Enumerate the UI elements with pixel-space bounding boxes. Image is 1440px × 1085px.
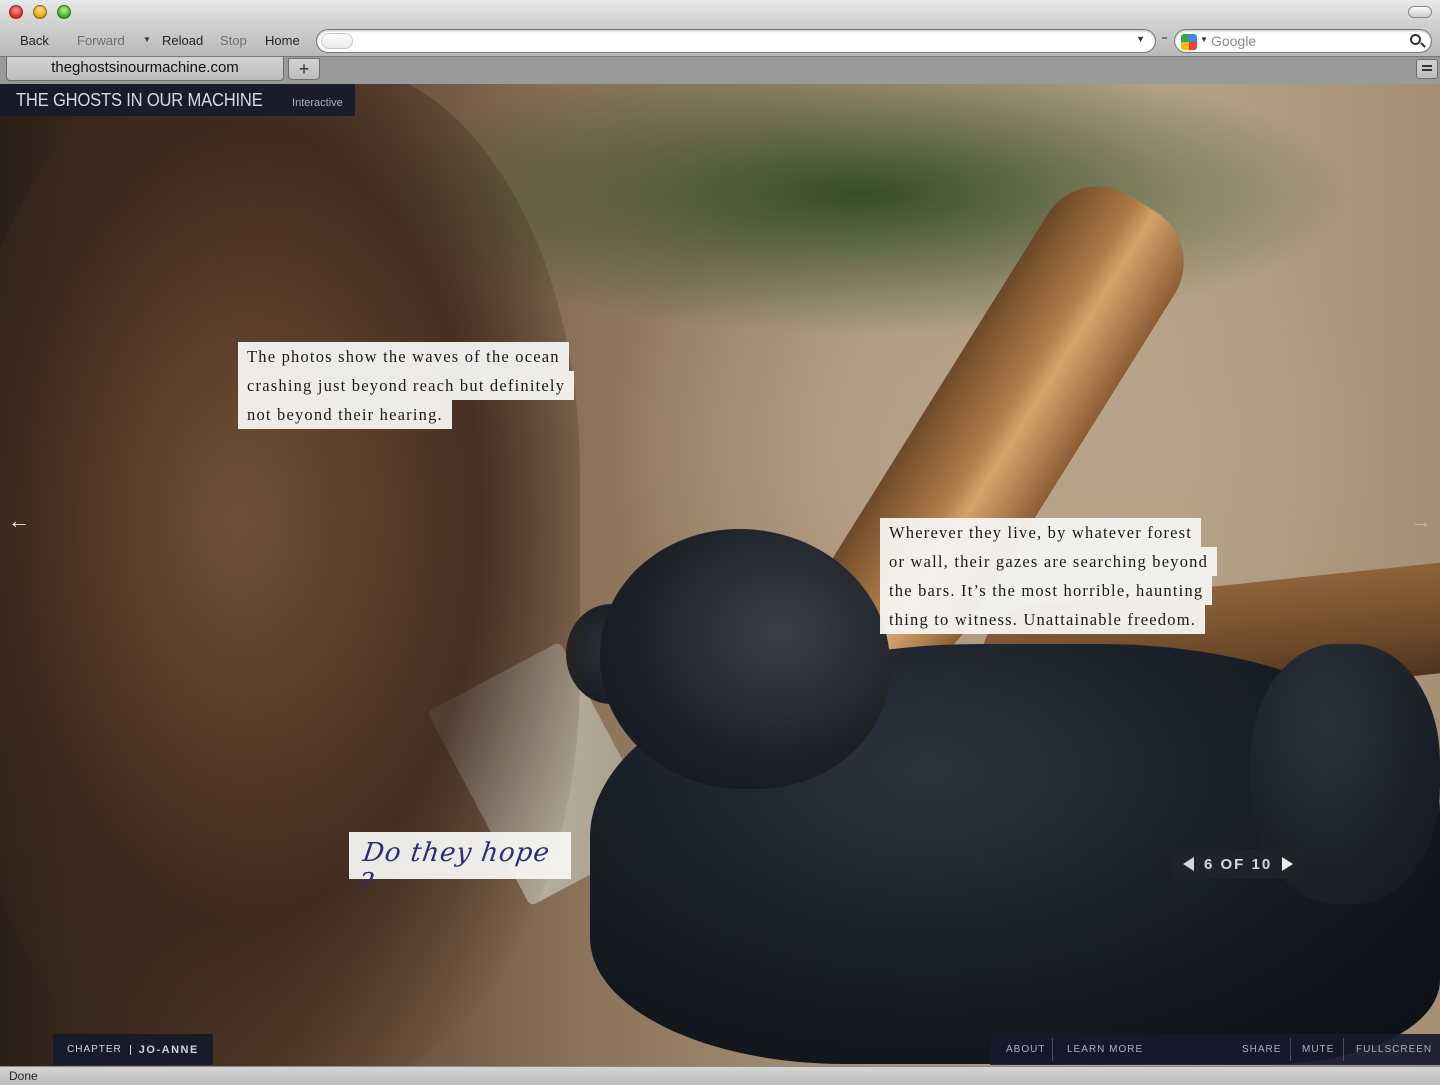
stop-button[interactable]: Stop xyxy=(220,33,247,48)
previous-slide-arrow-icon[interactable]: ← xyxy=(8,508,30,534)
slide-pager: 6 OF 10 xyxy=(1173,849,1304,879)
minimize-window-button[interactable] xyxy=(33,5,47,19)
about-link[interactable]: ABOUT xyxy=(1006,1034,1045,1065)
status-bar: Done xyxy=(0,1066,1440,1085)
engine-dropdown-icon[interactable]: ▼ xyxy=(1200,35,1208,44)
tab-bar: theghostsinourmachine.com + xyxy=(0,56,1440,84)
site-subtitle: Interactive xyxy=(292,97,343,109)
caption-line: Wherever they live, by whatever forest xyxy=(880,518,1202,547)
caption-freedom: Wherever they live, by whatever forest o… xyxy=(880,518,1218,634)
handwritten-note: Do they hope ? xyxy=(349,832,571,898)
search-icon[interactable] xyxy=(1410,34,1421,45)
tab-active[interactable]: theghostsinourmachine.com xyxy=(6,57,284,81)
chapter-name: JO-ANNE xyxy=(138,1043,199,1056)
status-text: Done xyxy=(9,1069,38,1083)
toolbar-divider xyxy=(1162,37,1167,39)
toolbar-toggle-button[interactable] xyxy=(1408,6,1432,18)
forward-button[interactable]: Forward xyxy=(77,33,125,48)
page-content: THE GHOSTS IN OUR MACHINE Interactive Th… xyxy=(0,84,1440,1066)
chapter-label: CHAPTER xyxy=(67,1044,122,1055)
pager-count: 6 OF 10 xyxy=(1204,855,1273,873)
footer-divider xyxy=(1290,1038,1291,1061)
google-engine-icon[interactable] xyxy=(1181,34,1197,50)
caption-line: or wall, their gazes are searching beyon… xyxy=(880,547,1218,576)
close-window-button[interactable] xyxy=(9,5,23,19)
caption-line: The photos show the waves of the ocean xyxy=(238,342,569,371)
mute-toggle[interactable]: MUTE xyxy=(1302,1034,1334,1065)
tab-list-icon[interactable] xyxy=(1416,59,1438,79)
handwritten-note-text: Do they hope ? xyxy=(356,838,552,898)
search-bar[interactable]: ▼ xyxy=(1174,29,1432,53)
caption-ocean: The photos show the waves of the ocean c… xyxy=(238,342,575,429)
address-history-dropdown-icon[interactable]: ▼ xyxy=(1136,34,1145,44)
pager-prev-icon[interactable] xyxy=(1183,857,1194,871)
caption-line: crashing just beyond reach but definitel… xyxy=(238,371,575,400)
site-title: THE GHOSTS IN OUR MACHINE xyxy=(16,90,263,110)
footer-nav: ABOUT LEARN MORE SHARE MUTE FULLSCREEN xyxy=(990,1034,1440,1065)
caption-line: thing to witness. Unattainable freedom. xyxy=(880,605,1206,634)
site-brand[interactable]: THE GHOSTS IN OUR MACHINE Interactive xyxy=(0,84,355,116)
fullscreen-toggle[interactable]: FULLSCREEN xyxy=(1356,1034,1432,1065)
home-button[interactable]: Home xyxy=(265,33,300,48)
new-tab-button[interactable]: + xyxy=(288,58,320,80)
chapter-indicator[interactable]: CHAPTER JO-ANNE xyxy=(53,1034,213,1065)
site-favicon-slot xyxy=(321,33,353,49)
chapter-separator xyxy=(129,1044,131,1055)
address-bar[interactable]: ▼ xyxy=(316,29,1156,53)
window-titlebar xyxy=(0,0,1440,26)
history-dropdown-icon[interactable]: ▼ xyxy=(143,35,151,44)
reload-button[interactable]: Reload xyxy=(162,33,203,48)
next-slide-arrow-icon[interactable]: → xyxy=(1410,508,1432,534)
share-link[interactable]: SHARE xyxy=(1242,1034,1281,1065)
caption-line: not beyond their hearing. xyxy=(238,400,452,429)
caption-line: the bars. It’s the most horrible, haunti… xyxy=(880,576,1213,605)
browser-toolbar: Back Forward ▼ Reload Stop Home ▼ ▼ xyxy=(0,26,1440,56)
learn-more-link[interactable]: LEARN MORE xyxy=(1067,1034,1143,1065)
foreground-blur xyxy=(0,84,580,1066)
search-input[interactable] xyxy=(1211,32,1401,50)
zoom-window-button[interactable] xyxy=(57,5,71,19)
pager-next-icon[interactable] xyxy=(1282,857,1294,871)
footer-divider xyxy=(1052,1038,1053,1061)
footer-divider xyxy=(1343,1038,1344,1061)
back-button[interactable]: Back xyxy=(20,33,49,48)
